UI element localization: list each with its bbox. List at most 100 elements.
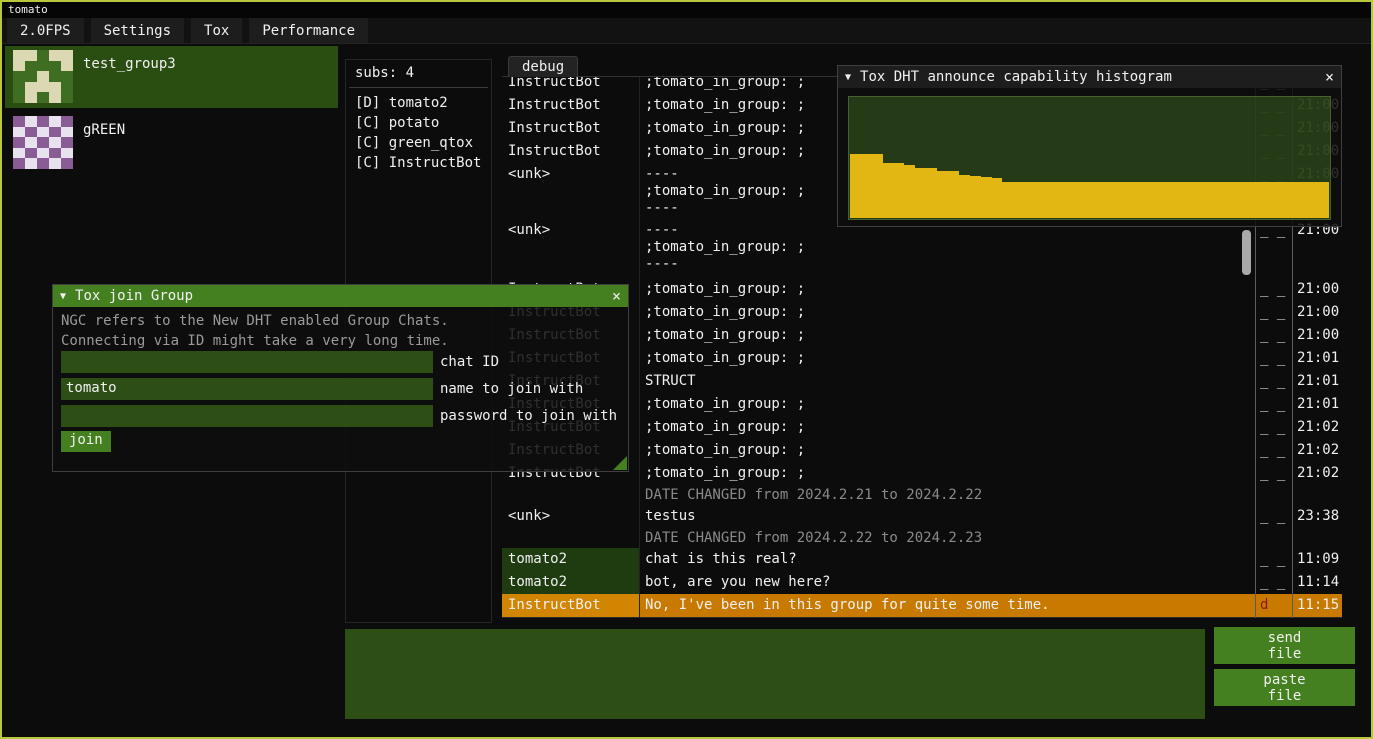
tab-debug[interactable]: debug bbox=[508, 56, 578, 77]
message-text: ;tomato_in_group: ; bbox=[639, 393, 1255, 416]
subs-separator bbox=[349, 87, 488, 88]
subs-item[interactable]: [C] potato bbox=[346, 113, 491, 133]
join-password-label: password to join with bbox=[440, 408, 617, 424]
chat-scrollbar-thumb[interactable] bbox=[1242, 230, 1251, 275]
message-text: ;tomato_in_group: ; bbox=[639, 278, 1255, 301]
close-icon[interactable]: × bbox=[612, 289, 621, 303]
histogram-bar bbox=[1122, 182, 1133, 218]
join-group-window: ▼ Tox join Group × NGC refers to the New… bbox=[52, 284, 629, 472]
window-titlebar[interactable]: tomato bbox=[2, 2, 1371, 18]
message-text: ;tomato_in_group: ; bbox=[639, 347, 1255, 370]
histogram-bar bbox=[959, 175, 970, 218]
histogram-bar bbox=[1155, 182, 1166, 218]
join-group-description: NGC refers to the New DHT enabled Group … bbox=[61, 313, 449, 329]
histogram-bar bbox=[1144, 182, 1155, 218]
chat-row[interactable]: <unk>---- ;tomato_in_group: ; ----_ _21:… bbox=[502, 219, 1342, 278]
histogram-bar bbox=[1231, 182, 1242, 218]
window-title: tomato bbox=[8, 3, 48, 16]
histogram-bar bbox=[992, 178, 1003, 218]
message-marks: _ _ bbox=[1255, 324, 1292, 347]
histogram-bar bbox=[1166, 182, 1177, 218]
send-file-label: file bbox=[1268, 646, 1302, 662]
histogram-bar bbox=[1079, 182, 1090, 218]
join-group-fields: chat ID tomatoname to join with password t… bbox=[61, 351, 617, 432]
message-text: bot, are you new here? bbox=[639, 571, 1255, 594]
join-button[interactable]: join bbox=[61, 431, 111, 452]
message-text: ;tomato_in_group: ; bbox=[639, 324, 1255, 347]
chat-row[interactable]: <unk>testus_ _23:38 bbox=[502, 505, 1342, 528]
histogram-plot bbox=[848, 96, 1331, 220]
histogram-bar bbox=[1220, 182, 1231, 218]
histogram-bar bbox=[948, 171, 959, 218]
message-text: ---- ;tomato_in_group: ; ---- bbox=[639, 219, 1255, 278]
histogram-bar bbox=[850, 154, 861, 218]
chat-row[interactable]: DATE CHANGED from 2024.2.21 to 2024.2.22 bbox=[502, 485, 1342, 505]
subs-item[interactable]: [D] tomato2 bbox=[346, 93, 491, 113]
histogram-window-titlebar[interactable]: ▼ Tox DHT announce capability histogram … bbox=[838, 66, 1341, 88]
chat-row[interactable]: DATE CHANGED from 2024.2.22 to 2024.2.23 bbox=[502, 528, 1342, 548]
histogram-bar bbox=[1046, 182, 1057, 218]
histogram-bar bbox=[1035, 182, 1046, 218]
chat-row[interactable]: tomato2chat is this real?_ _11:09 bbox=[502, 548, 1342, 571]
histogram-bar bbox=[1209, 182, 1220, 218]
send-file-button[interactable]: send file bbox=[1214, 627, 1355, 664]
histogram-bar bbox=[1307, 182, 1318, 218]
collapse-arrow-icon[interactable]: ▼ bbox=[845, 72, 851, 83]
message-marks: _ _ bbox=[1255, 548, 1292, 571]
menu-item-settings[interactable]: Settings bbox=[91, 18, 184, 43]
join-field-row: chat ID bbox=[61, 351, 617, 373]
histogram-bar bbox=[937, 171, 948, 218]
histogram-bar bbox=[883, 163, 894, 218]
message-time: 11:14 bbox=[1292, 571, 1342, 594]
close-icon[interactable]: × bbox=[1325, 70, 1334, 84]
histogram-bar bbox=[894, 163, 905, 218]
message-input[interactable] bbox=[345, 629, 1205, 719]
histogram-bar bbox=[1253, 182, 1264, 218]
app-window: tomato 2.0FPSSettingsToxPerformance test… bbox=[0, 0, 1373, 739]
join-field-row: tomatoname to join with bbox=[61, 378, 617, 400]
join-name-input[interactable]: tomato bbox=[61, 378, 433, 400]
chat-row[interactable]: tomato2bot, are you new here?_ _11:14 bbox=[502, 571, 1342, 594]
message-marks: _ _ bbox=[1255, 370, 1292, 393]
paste-file-label: file bbox=[1268, 688, 1302, 704]
histogram-bar bbox=[1177, 182, 1188, 218]
join-group-window-titlebar[interactable]: ▼ Tox join Group × bbox=[53, 285, 628, 307]
resize-grip[interactable] bbox=[613, 456, 627, 470]
send-file-label: send bbox=[1268, 630, 1302, 646]
group-item-test_group3[interactable]: test_group3 bbox=[5, 46, 338, 108]
menu-item-performance[interactable]: Performance bbox=[249, 18, 368, 43]
message-time: 21:01 bbox=[1292, 393, 1342, 416]
sender-name: <unk> bbox=[502, 219, 639, 278]
histogram-window: ▼ Tox DHT announce capability histogram … bbox=[837, 65, 1342, 227]
histogram-bars bbox=[850, 98, 1329, 218]
histogram-bar bbox=[970, 176, 981, 218]
group-item-green[interactable]: gREEN bbox=[5, 112, 338, 174]
message-marks: _ _ bbox=[1255, 571, 1292, 594]
join-password-input[interactable] bbox=[61, 405, 433, 427]
histogram-bar bbox=[872, 154, 883, 218]
message-marks: _ _ bbox=[1255, 416, 1292, 439]
message-time: 21:00 bbox=[1292, 278, 1342, 301]
message-time: 21:00 bbox=[1292, 324, 1342, 347]
histogram-bar bbox=[915, 168, 926, 218]
message-time: 21:00 bbox=[1292, 219, 1342, 278]
subs-item[interactable]: [C] green_qtox bbox=[346, 133, 491, 153]
histogram-bar bbox=[1199, 182, 1210, 218]
message-marks: _ _ bbox=[1255, 219, 1292, 278]
histogram-bar bbox=[1024, 182, 1035, 218]
message-text: testus bbox=[639, 505, 1255, 528]
group-avatar bbox=[13, 50, 73, 103]
subs-item[interactable]: [C] InstructBot bbox=[346, 153, 491, 173]
message-marks: _ _ bbox=[1255, 505, 1292, 528]
chat-row[interactable]: InstructBotNo, I've been in this group f… bbox=[502, 594, 1342, 617]
paste-file-button[interactable]: paste file bbox=[1214, 669, 1355, 706]
message-time: 21:01 bbox=[1292, 347, 1342, 370]
message-text: chat is this real? bbox=[639, 548, 1255, 571]
subs-list: [D] tomato2[C] potato[C] green_qtox[C] I… bbox=[346, 93, 491, 173]
chat-id-input[interactable] bbox=[61, 351, 433, 373]
menu-item-tox[interactable]: Tox bbox=[191, 18, 242, 43]
histogram-window-title: Tox DHT announce capability histogram bbox=[860, 69, 1172, 85]
group-avatar bbox=[13, 116, 73, 169]
collapse-arrow-icon[interactable]: ▼ bbox=[60, 291, 66, 302]
message-time: 11:15 bbox=[1292, 594, 1342, 617]
